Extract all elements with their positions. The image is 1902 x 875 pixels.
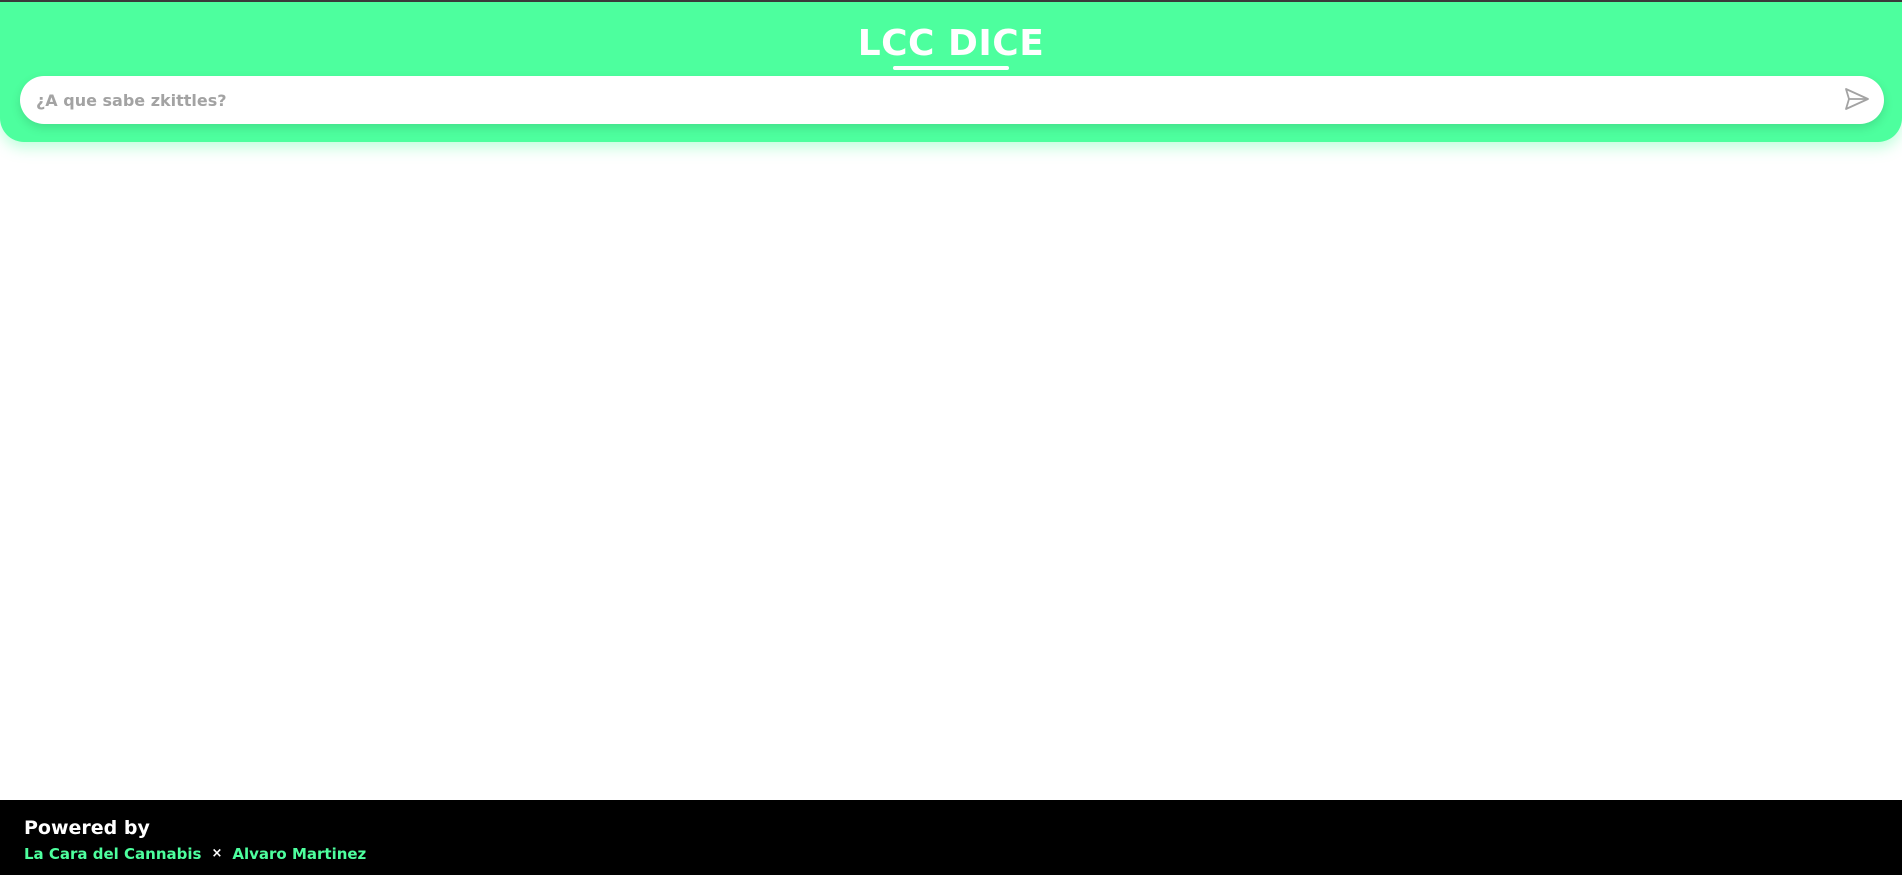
credits: La Cara del Cannabis × Alvaro Martinez <box>24 844 1878 864</box>
footer-link-la-cara-del-cannabis[interactable]: La Cara del Cannabis <box>24 844 201 864</box>
footer-link-alvaro-martinez[interactable]: Alvaro Martinez <box>232 844 366 864</box>
send-button[interactable] <box>1842 85 1872 115</box>
brand-underline <box>892 66 1009 70</box>
brand-title[interactable]: LCC DICE <box>857 22 1045 70</box>
search-input[interactable] <box>20 76 1820 124</box>
page: LCC DICE Powered by La Cara del Cannabis… <box>0 0 1902 875</box>
header: LCC DICE <box>0 0 1902 142</box>
footer: Powered by La Cara del Cannabis × Alvaro… <box>0 800 1902 875</box>
send-icon <box>1844 87 1870 114</box>
powered-by-label: Powered by <box>24 817 150 839</box>
search-bar <box>20 76 1884 124</box>
credits-separator: × <box>211 846 223 861</box>
brand-title-text: LCC DICE <box>857 23 1045 64</box>
brand: LCC DICE <box>0 22 1902 70</box>
